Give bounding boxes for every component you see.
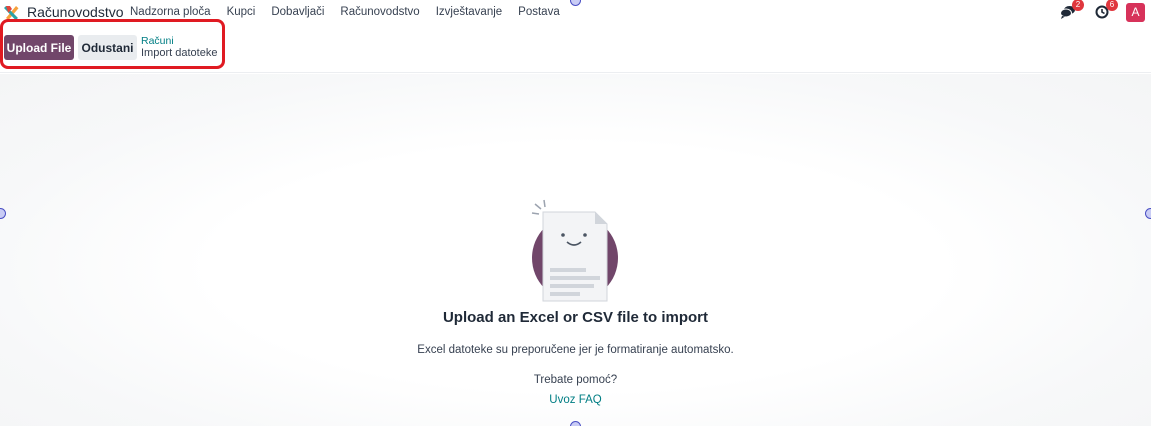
menu-item-accounting[interactable]: Računovodstvo [340, 6, 419, 18]
import-faq-link[interactable]: Uvoz FAQ [0, 394, 1151, 406]
messages-badge: 2 [1072, 0, 1084, 11]
menu-item-reporting[interactable]: Izvještavanje [436, 6, 502, 18]
menu-item-configuration[interactable]: Postava [518, 6, 560, 18]
accounting-app-icon[interactable] [4, 4, 20, 20]
menu-item-customers[interactable]: Kupci [227, 6, 256, 18]
user-avatar[interactable]: A [1126, 2, 1145, 22]
resize-handle-bottom[interactable] [570, 421, 581, 426]
menu-item-dashboard[interactable]: Nadzorna ploča [130, 6, 211, 18]
main-menu: Nadzorna ploča Kupci Dobavljači Računovo… [130, 6, 576, 18]
upload-file-button[interactable]: Upload File [4, 35, 74, 60]
control-panel: Upload File Odustani Računi Import datot… [0, 19, 1151, 73]
import-content-area: Upload an Excel or CSV file to import Ex… [0, 74, 1151, 426]
activities-badge: 6 [1106, 0, 1118, 11]
resize-handle-right[interactable] [1145, 208, 1151, 219]
help-text: Trebate pomoć? [533, 374, 618, 386]
messages-button[interactable]: 2 [1058, 0, 1084, 22]
breadcrumb-current: Import datoteke [141, 47, 218, 59]
breadcrumb: Računi Import datoteke [141, 35, 217, 59]
document-illustration-icon [531, 199, 618, 302]
activities-button[interactable]: 6 [1092, 0, 1118, 22]
empty-state-description: Excel datoteke su preporučene jer je for… [417, 344, 734, 356]
cancel-button[interactable]: Odustani [78, 35, 137, 60]
app-name[interactable]: Računovodstvo [27, 4, 124, 20]
systray: 2 6 A [1058, 0, 1145, 22]
empty-state-title: Upload an Excel or CSV file to import [442, 309, 709, 326]
breadcrumb-invoices-link[interactable]: Računi [141, 35, 217, 47]
menu-item-vendors[interactable]: Dobavljači [271, 6, 324, 18]
